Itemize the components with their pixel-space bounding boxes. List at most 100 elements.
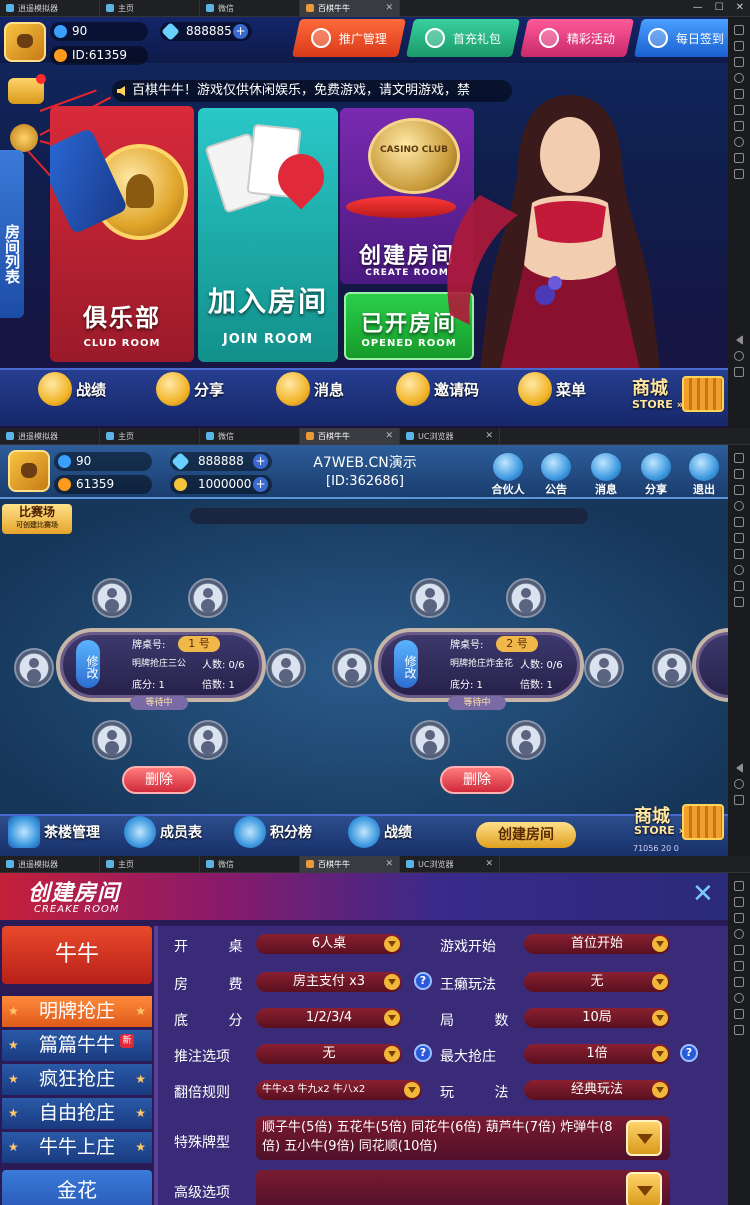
record-icon[interactable] bbox=[734, 501, 744, 511]
special-select[interactable]: 顺子牛(5倍) 五花牛(5倍) 同花牛(6倍) 葫芦牛(7倍) 炸弹牛(8倍) … bbox=[256, 1116, 670, 1160]
seat[interactable] bbox=[584, 648, 624, 688]
nav-mingpai[interactable]: ★ 明牌抢庄 ★ bbox=[2, 996, 152, 1027]
seat[interactable] bbox=[266, 648, 306, 688]
seat[interactable] bbox=[188, 720, 228, 760]
tab-game[interactable]: 百棋牛牛 ✕ bbox=[300, 428, 400, 445]
first-charge-button[interactable]: 首充礼包 bbox=[405, 19, 521, 57]
close-tab-icon[interactable]: ✕ bbox=[385, 431, 393, 441]
add-gold-icon[interactable]: + bbox=[253, 477, 268, 492]
daily-checkin-button[interactable]: 每日签到 bbox=[633, 19, 739, 57]
invite-code-button[interactable]: 邀请码 bbox=[396, 372, 479, 406]
tab-uc-browser[interactable]: UC浏览器 ✕ bbox=[400, 856, 500, 873]
close-tab-icon[interactable]: ✕ bbox=[485, 859, 493, 869]
screenshot-icon[interactable] bbox=[734, 913, 744, 923]
volume-down-icon[interactable] bbox=[734, 961, 744, 971]
record-icon[interactable] bbox=[734, 929, 744, 939]
leaderboard-button[interactable]: 积分榜 bbox=[234, 816, 312, 848]
tab-home[interactable]: 主页 bbox=[100, 0, 200, 17]
competition-tag[interactable]: 比赛场 可创建比赛场 bbox=[2, 504, 72, 534]
tab-uc-browser[interactable]: UC浏览器 ✕ bbox=[400, 428, 500, 445]
dropdown-icon[interactable] bbox=[626, 1120, 662, 1156]
promotion-button[interactable]: 推广管理 bbox=[291, 19, 407, 57]
gamepad-icon[interactable] bbox=[734, 41, 744, 51]
more-icon[interactable] bbox=[734, 597, 744, 607]
back-icon[interactable] bbox=[735, 335, 743, 345]
record-icon[interactable] bbox=[734, 73, 744, 83]
laizi-select[interactable]: 无 bbox=[524, 972, 670, 992]
location-icon[interactable] bbox=[734, 993, 744, 1003]
seat[interactable] bbox=[506, 720, 546, 760]
nav-crazy[interactable]: ★ 疯狂抢庄 ★ bbox=[2, 1064, 152, 1095]
location-icon[interactable] bbox=[734, 137, 744, 147]
screenshot-icon[interactable] bbox=[734, 57, 744, 67]
tab-emulator[interactable]: 逍遥模拟器 bbox=[0, 0, 100, 17]
nav-jinhua[interactable]: 金花 bbox=[2, 1170, 152, 1205]
double-select[interactable]: 牛牛x3 牛九x2 牛八x2 bbox=[256, 1080, 422, 1100]
maximize-icon[interactable]: ☐ bbox=[715, 2, 724, 13]
notice-button[interactable]: 公告 bbox=[534, 453, 578, 497]
volume-up-icon[interactable] bbox=[734, 89, 744, 99]
close-tab-icon[interactable]: ✕ bbox=[385, 3, 393, 13]
store-basket-icon[interactable] bbox=[682, 376, 724, 412]
fee-select[interactable]: 房主支付 x3 bbox=[256, 972, 402, 992]
tab-wechat[interactable]: 微信 bbox=[200, 856, 300, 873]
teahouse-manage-button[interactable]: 茶楼管理 bbox=[8, 816, 100, 848]
club-room-card[interactable]: 俱乐部 CLUD ROOM bbox=[50, 106, 194, 362]
add-diamond-icon[interactable]: + bbox=[233, 24, 248, 39]
mode-select[interactable]: 经典玩法 bbox=[524, 1080, 670, 1100]
help-icon[interactable]: ? bbox=[414, 972, 432, 990]
seat[interactable] bbox=[92, 578, 132, 618]
keyboard-icon[interactable] bbox=[734, 25, 744, 35]
avatar[interactable] bbox=[4, 22, 46, 62]
folder-icon[interactable] bbox=[734, 1009, 744, 1019]
seat[interactable] bbox=[410, 720, 450, 760]
nav-free[interactable]: ★ 自由抢庄 ★ bbox=[2, 1098, 152, 1129]
menu-button[interactable]: 菜单 bbox=[518, 372, 586, 406]
close-window-icon[interactable]: ✕ bbox=[736, 2, 744, 13]
volume-up-icon[interactable] bbox=[734, 945, 744, 955]
partner-button[interactable]: 合伙人 bbox=[486, 453, 530, 497]
record-button[interactable]: 战绩 bbox=[38, 372, 106, 406]
screenshot-icon[interactable] bbox=[734, 485, 744, 495]
rotate-icon[interactable] bbox=[734, 977, 744, 987]
help-icon[interactable]: ? bbox=[414, 1044, 432, 1062]
create-room-button[interactable]: 创建房间 bbox=[476, 822, 576, 848]
store-basket-icon[interactable] bbox=[682, 804, 724, 840]
join-room-card[interactable]: 加入房间 JOIN ROOM bbox=[198, 108, 338, 362]
game-table-2[interactable]: 修改 牌桌号: 2 号 明牌抢庄炸金花 人数: 0/6 底分: 1 倍数: 1 … bbox=[374, 628, 584, 710]
share-button[interactable]: 分享 bbox=[634, 453, 678, 497]
volume-down-icon[interactable] bbox=[734, 105, 744, 115]
tab-emulator[interactable]: 逍遥模拟器 bbox=[0, 856, 100, 873]
delete-table-button[interactable]: 删除 bbox=[122, 766, 196, 794]
recent-apps-icon[interactable] bbox=[734, 795, 744, 805]
rotate-icon[interactable] bbox=[734, 549, 744, 559]
back-icon[interactable] bbox=[735, 763, 743, 773]
share-button[interactable]: 分享 bbox=[156, 372, 224, 406]
close-icon[interactable]: ✕ bbox=[692, 879, 714, 909]
recent-apps-icon[interactable] bbox=[734, 367, 744, 377]
add-diamond-icon[interactable]: + bbox=[253, 454, 268, 469]
gamepad-icon[interactable] bbox=[734, 469, 744, 479]
modify-button[interactable]: 修改 bbox=[76, 640, 100, 688]
tab-home[interactable]: 主页 bbox=[100, 428, 200, 445]
tab-wechat[interactable]: 微信 bbox=[200, 428, 300, 445]
close-tab-icon[interactable]: ✕ bbox=[485, 431, 493, 441]
keyboard-icon[interactable] bbox=[734, 453, 744, 463]
open-select[interactable]: 6人桌 bbox=[256, 934, 402, 954]
folder-icon[interactable] bbox=[734, 581, 744, 591]
message-button[interactable]: 消息 bbox=[276, 372, 344, 406]
room-list-tab[interactable]: 房间列表 bbox=[0, 150, 24, 318]
tab-wechat[interactable]: 微信 bbox=[200, 0, 300, 17]
rounds-select[interactable]: 10局 bbox=[524, 1008, 670, 1028]
dropdown-icon[interactable] bbox=[626, 1172, 662, 1205]
volume-down-icon[interactable] bbox=[734, 533, 744, 543]
maxbid-select[interactable]: 1倍 bbox=[524, 1044, 670, 1064]
exit-button[interactable]: 退出 bbox=[682, 453, 726, 497]
volume-up-icon[interactable] bbox=[734, 517, 744, 527]
tab-game[interactable]: 百棋牛牛 ✕ bbox=[300, 0, 400, 17]
more-icon[interactable] bbox=[734, 1025, 744, 1035]
seat[interactable] bbox=[332, 648, 372, 688]
keyboard-icon[interactable] bbox=[734, 881, 744, 891]
game-table-1[interactable]: 修改 牌桌号: 1 号 明牌抢庄三公 人数: 0/6 底分: 1 倍数: 1 等… bbox=[56, 628, 266, 710]
tab-home[interactable]: 主页 bbox=[100, 856, 200, 873]
